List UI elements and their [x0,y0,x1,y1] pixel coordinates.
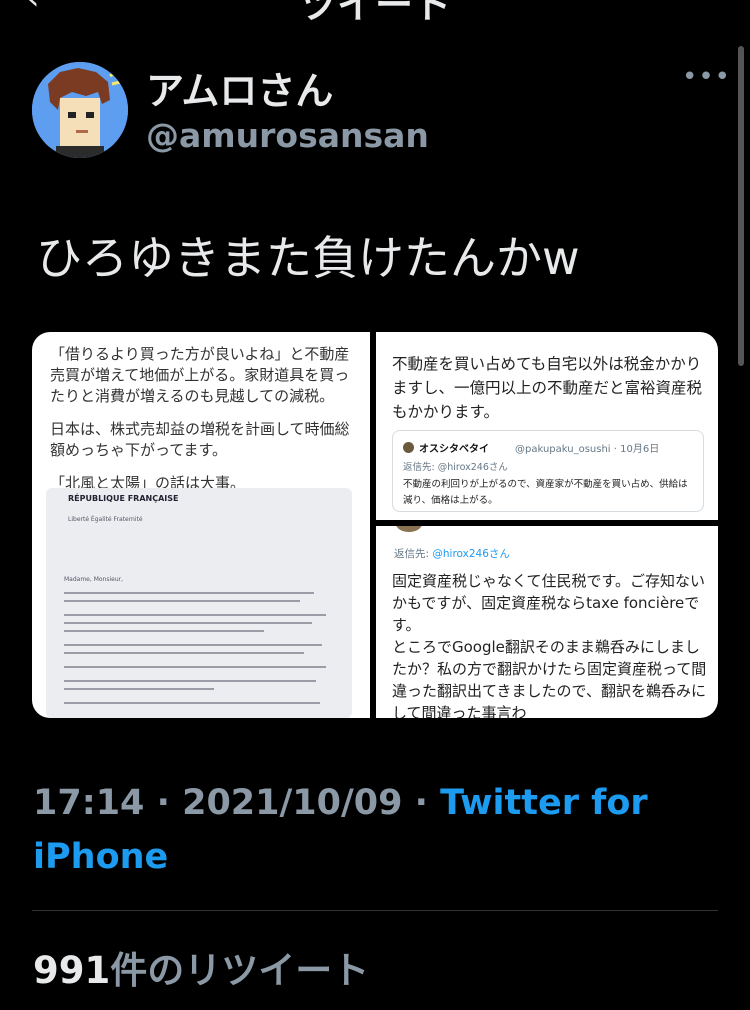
letter-photo: RÉPUBLIQUE FRANÇAISE Liberté Égalité Fra… [46,488,352,718]
more-horizontal-icon[interactable]: ••• [682,62,731,92]
reply-handle: @hirox246さん [432,548,510,560]
tweet-meta: 17:14 · 2021/10/09 · Twitter for iPhone [33,776,693,884]
media-image-2[interactable]: 不動産を買い占めても自宅以外は税金かかりますし、一億円以上の不動産だと富裕資産税… [376,332,718,520]
author-handle[interactable]: @amurosansan [146,116,429,155]
meta-separator: · [402,783,441,823]
partial-avatar [396,526,422,532]
letter-text-line [64,592,314,594]
pixel-avatar-icon [32,62,128,158]
letter-text-line [64,600,300,602]
letter-text-line [64,614,326,616]
media-image-3[interactable]: 返信先: @hirox246さん 固定資産税じゃなくて住民税です。ご存知ないかも… [376,526,718,718]
quoted-author-handle: @pakupaku_osushi · 10月6日 [515,444,660,455]
tweet-text: ひろゆきまた負けたんかw [36,231,580,285]
quoted-tweet: オスシタベタイ @pakupaku_osushi · 10月6日 返信先: @h… [392,430,704,512]
letter-text-line [64,688,214,690]
letter-motto: Liberté Égalité Fraternité [68,516,143,523]
quoted-avatar [403,442,414,453]
letter-text-line [64,702,320,704]
letter-text-line [64,680,316,682]
navigation-bar: ‹ ツイート [0,0,750,20]
letter-text-line [64,666,326,668]
letter-text-line [64,622,312,624]
meta-separator: · [144,783,183,823]
letter-text-line [64,652,304,654]
letter-header: RÉPUBLIQUE FRANÇAISE [68,494,179,503]
image-2-text: 不動産を買い占めても自宅以外は税金かかりますし、一億円以上の不動産だと富裕資産税… [392,355,703,421]
retweet-stats[interactable]: 991件のリツイート [33,940,369,994]
image-3-text: 固定資産税じゃなくて住民税です。ご存知ないかもですが、固定資産税ならtaxe f… [392,572,707,718]
image-1-text: 「借りるより買った方が良いよね」と不動産売買が増えて地価が上がる。家財道具を買っ… [50,344,355,506]
reply-handle: @hirox246さん [437,462,508,473]
page-title: ツイート [0,0,750,20]
letter-greeting: Madame, Monsieur, [64,576,124,583]
tweet-time: 17:14 [33,783,145,823]
quoted-author-name: オスシタベタイ [419,444,489,455]
reply-prefix: 返信先: [403,462,435,473]
image-1-line: 「借りるより買った方が良いよね」と不動産売買が増えて地価が上がる。家財道具を買っ… [50,345,350,405]
image-3-reply-to: 返信先: @hirox246さん [394,546,510,561]
retweet-count: 991 [33,949,111,992]
media-grid: 「借りるより買った方が良いよね」と不動産売買が増えて地価が上がる。家財道具を買っ… [32,332,718,718]
letter-text-line [64,644,322,646]
reply-prefix: 返信先: [394,548,430,560]
author-name[interactable]: アムロさん [146,60,333,115]
avatar[interactable] [32,62,128,158]
scrollbar[interactable] [738,46,744,366]
quoted-reply-to: 返信先: @hirox246さん [403,459,508,473]
tweet-date: 2021/10/09 [182,783,403,823]
quoted-text: 不動産の利回りが上がるので、資産家が不動産を買い占め、供給は減り、価格は上がる。 [403,479,688,506]
retweet-label: 件のリツイート [110,949,370,992]
divider [32,910,718,911]
media-image-1[interactable]: 「借りるより買った方が良いよね」と不動産売買が増えて地価が上がる。家財道具を買っ… [32,332,370,718]
image-1-line: 日本は、株式売却益の増税を計画して時価総額めっちゃ下がってます。 [50,420,350,459]
letter-text-line [64,630,264,632]
